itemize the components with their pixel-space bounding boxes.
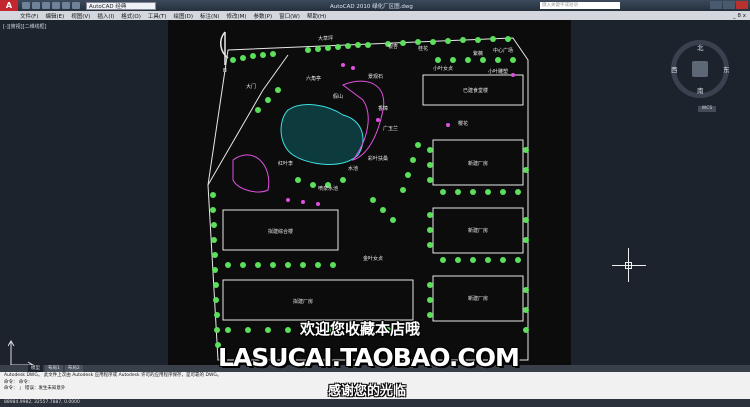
workspace-select[interactable]: AutoCAD 经典 bbox=[86, 1, 156, 10]
label-landscape: 景观石 bbox=[368, 73, 383, 80]
label-office: 拟建综合楼 bbox=[268, 228, 293, 235]
compass-west[interactable]: 西 bbox=[671, 64, 678, 74]
label-pool: 水池 bbox=[348, 165, 358, 172]
menu-tools[interactable]: 工具(T) bbox=[148, 12, 167, 20]
status-bar: 88984.9982, 32557.7887, 0.0000 bbox=[0, 399, 750, 407]
menu-draw[interactable]: 绘图(D) bbox=[174, 12, 194, 20]
label-plant4: 新建厂房 bbox=[468, 295, 488, 302]
plant-building-1 bbox=[222, 279, 414, 321]
label-tree1: 香樟 bbox=[378, 105, 388, 112]
menu-insert[interactable]: 插入(I) bbox=[97, 12, 114, 20]
undo-icon[interactable] bbox=[52, 2, 60, 9]
search-input[interactable]: 键入关键字或短语 bbox=[540, 2, 620, 9]
label-plant2: 新建厂房 bbox=[468, 160, 488, 167]
tab-layout1[interactable]: 布局1 bbox=[45, 365, 63, 372]
label-tree6: 樱花 bbox=[458, 120, 468, 127]
menu-window[interactable]: 窗口(W) bbox=[279, 12, 300, 20]
wcs-menu[interactable]: WCS bbox=[698, 106, 716, 112]
close-button[interactable] bbox=[736, 1, 748, 9]
open-icon[interactable] bbox=[32, 2, 40, 9]
ucs-icon bbox=[8, 340, 34, 368]
window-controls bbox=[710, 1, 748, 9]
compass-south[interactable]: 南 bbox=[697, 85, 704, 95]
label-pavilion: 六角亭 bbox=[306, 75, 321, 82]
overlay-welcome: 欢迎您收藏本店哦 bbox=[300, 320, 421, 338]
document-controls[interactable]: _ 8 x bbox=[733, 13, 746, 19]
menu-help[interactable]: 帮助(H) bbox=[307, 12, 326, 20]
coordinate-readout: 88984.9982, 32557.7887, 0.0000 bbox=[4, 400, 80, 405]
crosshair-pickbox bbox=[625, 262, 632, 269]
label-tree2: 桂花 bbox=[418, 45, 428, 52]
label-tree8: 彩叶扶桑 bbox=[368, 155, 388, 162]
menu-format[interactable]: 格式(O) bbox=[121, 12, 141, 20]
label-plaza: 中心广场 bbox=[493, 47, 513, 54]
minimize-button[interactable] bbox=[710, 1, 722, 9]
label-fountain: 喷泉水池 bbox=[318, 185, 338, 192]
label-plant1: 拟建厂房 bbox=[293, 298, 313, 305]
menu-bar: 文件(F) 编辑(E) 视图(V) 插入(I) 格式(O) 工具(T) 绘图(D… bbox=[0, 11, 750, 20]
viewport-label[interactable]: [-][俯视][二维线框] bbox=[3, 23, 47, 30]
overlay-url: LASUCAI.TAOBAO.COM bbox=[218, 343, 520, 372]
viewcube[interactable]: 北 南 东 西 bbox=[671, 40, 730, 98]
label-tree4: 广玉兰 bbox=[383, 125, 398, 132]
window-title: AutoCAD 2010 绿化厂区图.dwg bbox=[330, 4, 413, 10]
label-rockery: 假山 bbox=[333, 93, 343, 100]
label-lawn: 大草坪 bbox=[318, 35, 333, 42]
redo-icon[interactable] bbox=[62, 2, 70, 9]
title-bar: A AutoCAD 经典 AutoCAD 2010 绿化厂区图.dwg 键入关键… bbox=[0, 0, 750, 11]
label-tree7: 红叶李 bbox=[278, 160, 293, 167]
tab-layout2[interactable]: 布局2 bbox=[64, 365, 83, 372]
new-icon[interactable] bbox=[22, 2, 30, 9]
tab-model[interactable]: 模型 bbox=[28, 365, 43, 372]
overlay-thanks: 感谢您的光临 bbox=[328, 384, 407, 399]
label-parking: 小叶女贞 bbox=[433, 65, 453, 72]
menu-file[interactable]: 文件(F) bbox=[20, 12, 38, 20]
save-icon[interactable] bbox=[42, 2, 50, 9]
maximize-button[interactable] bbox=[723, 1, 735, 9]
label-tree9: 金叶女贞 bbox=[363, 255, 383, 262]
menu-dimension[interactable]: 标注(N) bbox=[200, 12, 219, 20]
label-tree5: 银杏 bbox=[388, 43, 398, 50]
label-gate: 大门 bbox=[246, 83, 256, 90]
quick-access-toolbar bbox=[22, 2, 80, 9]
plot-icon[interactable] bbox=[72, 2, 80, 9]
label-sculpture: 小叶雕塑 bbox=[488, 68, 508, 75]
compass-east[interactable]: 东 bbox=[723, 64, 730, 74]
label-tree3: 紫薇 bbox=[473, 50, 483, 57]
label-plant3: 新建厂房 bbox=[468, 227, 488, 234]
north-arrow-label: N bbox=[223, 68, 227, 74]
menu-modify[interactable]: 修改(M) bbox=[226, 12, 246, 20]
fountain-pool bbox=[280, 104, 364, 165]
autocad-logo-icon[interactable]: A bbox=[0, 0, 18, 11]
label-existing: 已建食堂楼 bbox=[463, 87, 488, 94]
menu-view[interactable]: 视图(V) bbox=[71, 12, 90, 20]
compass-north[interactable]: 北 bbox=[697, 42, 704, 52]
menu-parametric[interactable]: 参数(P) bbox=[254, 12, 273, 20]
menu-edit[interactable]: 编辑(E) bbox=[45, 12, 64, 20]
viewcube-face-icon[interactable] bbox=[692, 61, 708, 77]
